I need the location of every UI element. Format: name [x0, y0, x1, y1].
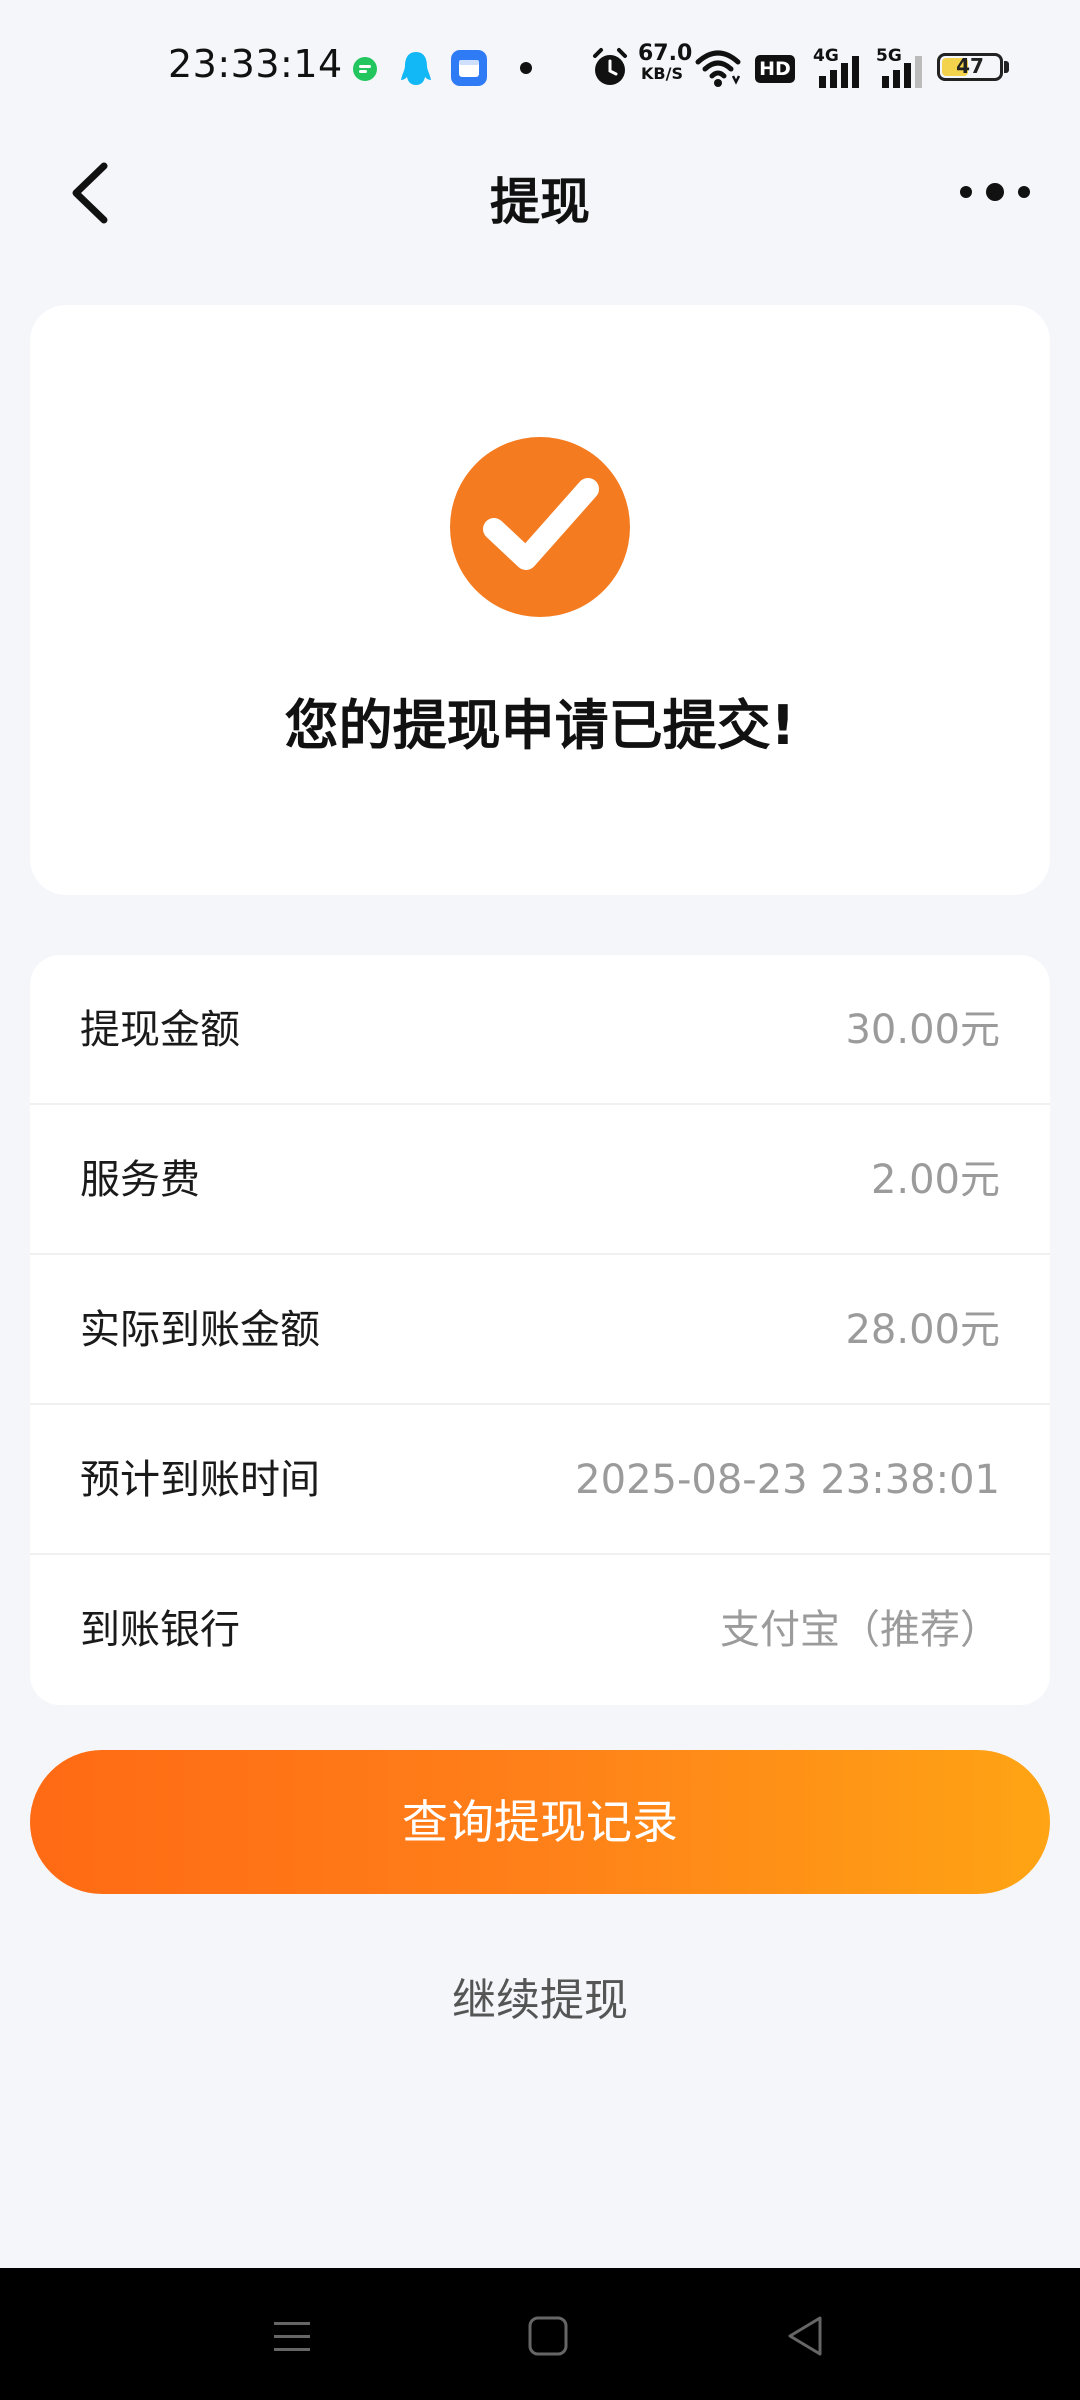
system-nav-bar: [0, 2268, 1080, 2400]
net-speed-unit: KB/S: [641, 64, 683, 83]
detail-label: 到账银行: [80, 1607, 240, 1653]
chevron-left-icon[interactable]: [62, 158, 122, 228]
detail-value: 支付宝（推荐）: [720, 1607, 1000, 1653]
detail-value: 28.00元: [845, 1307, 1000, 1353]
detail-value: 2.00元: [870, 1157, 1000, 1203]
green-chat-icon: [353, 57, 377, 81]
continue-withdraw-link[interactable]: 继续提现: [340, 1964, 740, 2028]
signal-4g-icon: 4G: [813, 46, 861, 88]
more-dots-icon[interactable]: [958, 170, 1032, 214]
battery-icon: 47: [937, 53, 1003, 81]
back-triangle-icon[interactable]: [776, 2308, 836, 2364]
detail-row-actual-amount: 实际到账金额 28.00元: [30, 1255, 1050, 1405]
home-square-icon[interactable]: [518, 2308, 578, 2364]
detail-row-amount: 提现金额 30.00元: [30, 955, 1050, 1105]
detail-row-service-fee: 服务费 2.00元: [30, 1105, 1050, 1255]
net-speed-value: 67.0: [638, 41, 693, 66]
detail-value: 2025-08-23 23:38:01: [575, 1457, 1000, 1503]
detail-label: 预计到账时间: [80, 1457, 320, 1503]
net-speed: 67.0 KB/S: [638, 41, 693, 84]
hd-icon: HD: [755, 55, 795, 83]
blue-app-icon: [451, 50, 487, 86]
withdrawal-details: 提现金额 30.00元 服务费 2.00元 实际到账金额 28.00元 预计到账…: [30, 955, 1050, 1705]
battery-tip: [1004, 61, 1009, 73]
check-circle-icon: [450, 437, 630, 617]
detail-row-arrival-time: 预计到账时间 2025-08-23 23:38:01: [30, 1405, 1050, 1555]
detail-label: 服务费: [80, 1157, 200, 1203]
wifi-icon: [695, 50, 741, 87]
detail-value: 30.00元: [845, 1007, 1000, 1053]
alarm-icon: [593, 48, 627, 85]
query-records-button[interactable]: 查询提现记录: [30, 1750, 1050, 1894]
qq-penguin-icon: [401, 52, 431, 85]
success-message: 您的提现申请已提交!: [284, 694, 796, 757]
notification-dot: [520, 62, 532, 74]
status-bar: 23:33:14 67.0 KB/S HD 4G 5G 47: [0, 0, 1080, 136]
signal-5g-icon: 5G: [876, 46, 924, 88]
hd-label: HD: [759, 58, 791, 80]
detail-label: 提现金额: [80, 1007, 240, 1053]
status-time: 23:33:14: [168, 42, 343, 86]
success-card: 您的提现申请已提交!: [30, 305, 1050, 895]
menu-icon[interactable]: [262, 2308, 322, 2364]
detail-label: 实际到账金额: [80, 1307, 320, 1353]
battery-level: 47: [956, 54, 984, 78]
page-title: 提现: [490, 173, 590, 231]
detail-row-bank: 到账银行 支付宝（推荐）: [30, 1555, 1050, 1705]
